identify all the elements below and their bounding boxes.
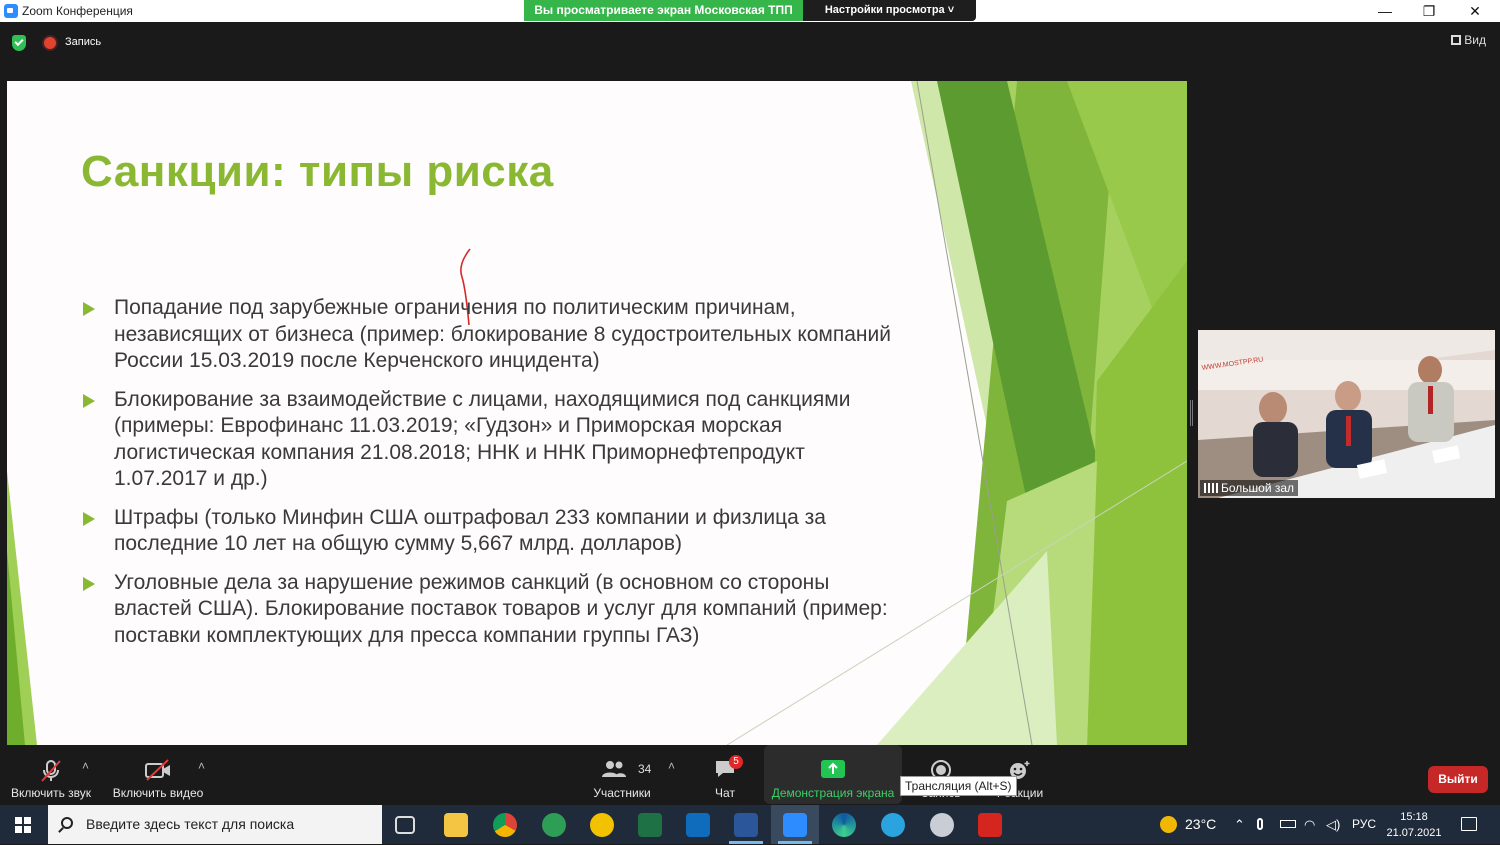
- edge-icon[interactable]: [832, 813, 856, 837]
- grid-icon: [1451, 35, 1462, 45]
- participants-label: Участники: [593, 786, 651, 800]
- bullet-triangle-icon: [83, 302, 95, 316]
- bullet-item: Штрафы (только Минфин США оштрафовал 233…: [81, 505, 901, 558]
- leave-meeting-button[interactable]: Выйти: [1428, 766, 1488, 793]
- app-tray-icon[interactable]: [930, 813, 954, 837]
- chat-button[interactable]: 5 Чат: [700, 745, 750, 804]
- security-shield-icon[interactable]: [12, 35, 26, 51]
- shared-screen-slide: Санкции: типы риска Попадание под зарубе…: [7, 81, 1187, 745]
- telegram-icon[interactable]: [881, 813, 905, 837]
- battery-icon[interactable]: [1280, 805, 1296, 844]
- close-button[interactable]: ✕: [1452, 1, 1498, 21]
- windows-start-icon[interactable]: [15, 817, 31, 833]
- slide-title: Санкции: типы риска: [81, 147, 554, 196]
- sun-icon: [1160, 816, 1177, 833]
- participants-options-caret[interactable]: ˄: [668, 759, 675, 773]
- bullet-triangle-icon: [83, 393, 95, 408]
- clock-time: 15:18: [1400, 811, 1428, 823]
- search-icon: [61, 817, 73, 829]
- signal-strength-icon: [1204, 483, 1218, 493]
- language-indicator[interactable]: РУС: [1352, 805, 1376, 844]
- 1c-app-icon[interactable]: [590, 813, 614, 837]
- minimize-button[interactable]: —: [1362, 1, 1408, 21]
- microphone-muted-icon: [41, 760, 61, 782]
- participants-count: 34: [638, 762, 652, 776]
- recording-label: Запись: [65, 36, 102, 48]
- task-view-icon[interactable]: [395, 816, 415, 834]
- globe-app-icon[interactable]: [542, 813, 566, 837]
- chat-label: Чат: [715, 786, 735, 800]
- taskbar-clock[interactable]: 15:18 21.07.2021: [1378, 809, 1450, 841]
- meeting-top-strip: Запись Вид: [0, 22, 1500, 80]
- chat-unread-badge: 5: [729, 755, 743, 769]
- participants-button[interactable]: 34 Участники: [588, 745, 656, 804]
- bullet-item: Попадание под зарубежные ограничения по …: [81, 295, 901, 375]
- clock-date: 21.07.2021: [1386, 827, 1442, 839]
- search-placeholder: Введите здесь текст для поиска: [86, 816, 295, 832]
- weather-widget[interactable]: 23°C: [1160, 805, 1216, 844]
- word-icon[interactable]: [734, 813, 758, 837]
- participant-name-label: Большой зал: [1200, 480, 1299, 496]
- tray-overflow-icon[interactable]: ⌃: [1234, 805, 1245, 844]
- zoom-taskbar-icon[interactable]: [783, 813, 807, 837]
- video-frame: WWW.MOSTPP.RU: [1198, 330, 1495, 498]
- excel-icon[interactable]: [638, 813, 662, 837]
- view-button[interactable]: Вид: [1451, 33, 1486, 47]
- chrome-icon[interactable]: [493, 813, 517, 837]
- share-screen-button[interactable]: Демонстрация экрана: [764, 745, 902, 804]
- unmute-button[interactable]: Включить звук: [6, 745, 96, 804]
- maximize-button[interactable]: ❐: [1406, 1, 1452, 21]
- participant-video-tile[interactable]: WWW.MOSTPP.RU Большой зал: [1198, 330, 1495, 498]
- bullet-item: Блокирование за взаимодействие с лицами,…: [81, 387, 901, 493]
- share-screen-label: Демонстрация экрана: [771, 786, 895, 800]
- video-options-caret[interactable]: ˄: [198, 759, 205, 773]
- share-screen-icon: [821, 760, 845, 778]
- start-video-label: Включить видео: [112, 786, 204, 800]
- windows-taskbar: Введите здесь текст для поиска 23°C ⌃ ◠ …: [0, 805, 1500, 844]
- zoom-icon: [4, 4, 18, 18]
- view-settings-button[interactable]: Настройки просмотра ˅: [803, 0, 976, 21]
- video-off-icon: [145, 759, 170, 781]
- file-explorer-icon[interactable]: [444, 813, 468, 837]
- bullet-triangle-icon: [83, 511, 95, 526]
- start-video-button[interactable]: Включить видео: [110, 745, 206, 804]
- bullet-item: Уголовные дела за нарушение режимов санк…: [81, 570, 901, 650]
- participants-icon: [602, 761, 626, 777]
- view-label: Вид: [1464, 33, 1486, 47]
- acrobat-icon[interactable]: [978, 813, 1002, 837]
- unmute-label: Включить звук: [10, 786, 92, 800]
- live-stream-tooltip: Трансляция (Alt+S): [900, 776, 1017, 796]
- meeting-toolbar: Включить звук ˄ Включить видео ˄ 34 Учас…: [0, 745, 1500, 804]
- audio-options-caret[interactable]: ˄: [82, 759, 89, 773]
- slide-bullet-list: Попадание под зарубежные ограничения по …: [81, 295, 901, 661]
- outlook-icon[interactable]: [686, 813, 710, 837]
- wifi-icon[interactable]: ◠: [1304, 805, 1315, 844]
- volume-icon[interactable]: ◁): [1326, 805, 1340, 844]
- screen-share-banner: Вы просматриваете экран Московская ТПП: [524, 0, 803, 21]
- window-title: Zoom Конференция: [22, 4, 133, 18]
- bullet-triangle-icon: [83, 576, 95, 591]
- microphone-tray-icon[interactable]: [1257, 805, 1263, 844]
- recording-icon: [44, 37, 56, 49]
- taskbar-search-input[interactable]: Введите здесь текст для поиска: [48, 805, 382, 844]
- gallery-resize-handle[interactable]: [1190, 400, 1193, 426]
- notifications-icon[interactable]: [1461, 817, 1477, 831]
